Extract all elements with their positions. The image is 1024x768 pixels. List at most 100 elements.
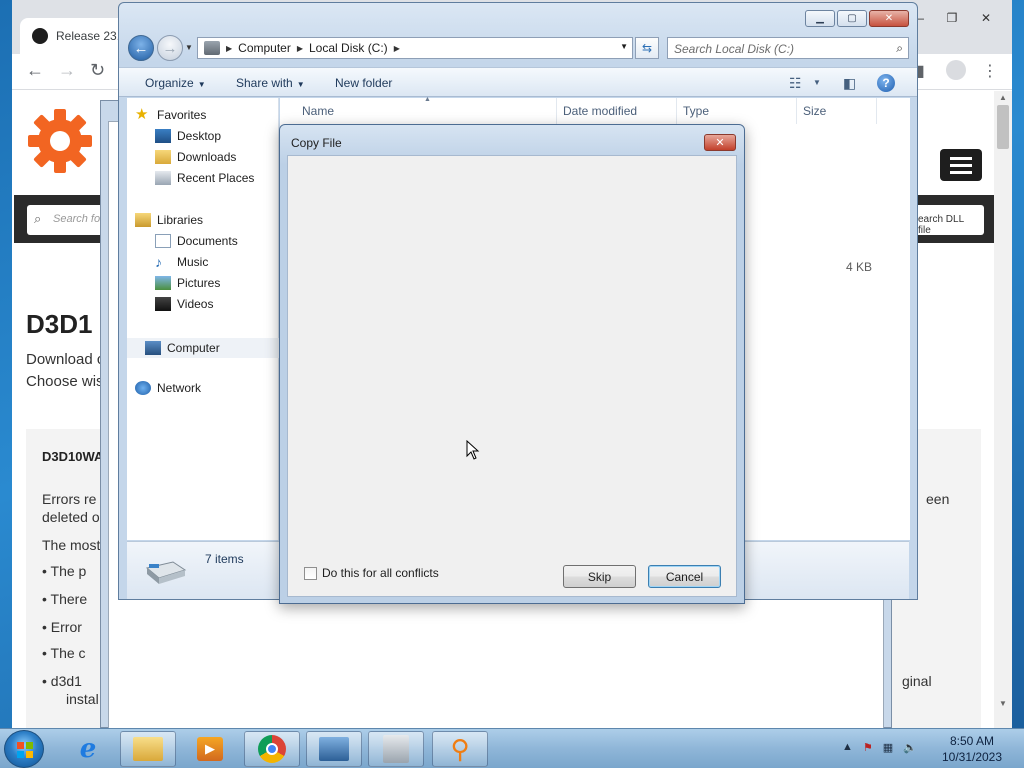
- command-bar: Organize ▼ Share with ▼ New folder ☷ ▼ ◧ ?: [119, 67, 917, 97]
- reload-icon[interactable]: ↻: [90, 60, 105, 81]
- forward-arrow-icon[interactable]: →: [58, 60, 76, 81]
- content-box-title: D3D10WA: [42, 449, 104, 464]
- site-search-button[interactable]: earch DLL file: [912, 205, 984, 236]
- hamburger-menu-button[interactable]: [940, 149, 982, 181]
- nav-item-recent-places[interactable]: Recent Places: [155, 171, 254, 185]
- file-size: 4 KB: [846, 260, 873, 274]
- apply-to-all-checkbox[interactable]: Do this for all conflicts: [304, 566, 439, 580]
- column-header-size[interactable]: Size: [803, 104, 826, 118]
- checkbox-box[interactable]: [304, 566, 317, 580]
- preview-pane-icon[interactable]: ◧: [843, 75, 856, 92]
- page-scrollbar[interactable]: ▲ ▼: [994, 91, 1012, 728]
- search-icon: ⌕: [896, 41, 903, 55]
- address-dropdown-icon[interactable]: ▼: [620, 42, 628, 51]
- nav-computer[interactable]: Computer: [127, 338, 279, 358]
- content-text-fragment: een: [926, 491, 950, 507]
- documents-stack-icon: [383, 735, 409, 763]
- nav-item-documents[interactable]: Documents: [155, 234, 238, 248]
- network-status-icon[interactable]: ▦: [883, 741, 893, 754]
- close-icon[interactable]: ✕: [869, 10, 909, 27]
- volume-muted-icon[interactable]: 🔈: [903, 741, 917, 754]
- page-subtitle-line: Download c: [26, 351, 105, 368]
- taskbar-control-panel[interactable]: [306, 731, 362, 767]
- profile-avatar-icon[interactable]: [946, 60, 966, 80]
- breadcrumb-separator-icon[interactable]: ▶: [297, 44, 303, 53]
- column-divider: [796, 98, 797, 124]
- minimize-icon[interactable]: ▁: [805, 10, 835, 27]
- page-title: D3D1: [26, 309, 93, 339]
- taskbar-chrome[interactable]: [244, 731, 300, 767]
- nav-item-pictures[interactable]: Pictures: [155, 276, 220, 290]
- nav-item-desktop[interactable]: Desktop: [155, 129, 221, 143]
- clock-time: 8:50 AM: [949, 734, 995, 748]
- nav-libraries[interactable]: Libraries: [135, 213, 203, 227]
- taskbar-search-tool[interactable]: ⚲: [432, 731, 488, 767]
- scroll-down-icon[interactable]: ▼: [999, 699, 1007, 708]
- bullet-item: • d3d1: [42, 673, 82, 689]
- nav-favorites[interactable]: ★ Favorites: [135, 107, 206, 122]
- close-icon[interactable]: ✕: [704, 134, 736, 151]
- control-panel-icon: [319, 737, 349, 761]
- taskbar-windows-explorer[interactable]: [120, 731, 176, 767]
- action-center-icon[interactable]: ⚑: [863, 741, 873, 754]
- taskbar-internet-explorer[interactable]: e: [60, 731, 116, 767]
- nav-item-music[interactable]: ♪ Music: [155, 255, 208, 269]
- maximize-icon[interactable]: ▢: [837, 10, 867, 27]
- share-with-button[interactable]: Share with ▼: [236, 76, 305, 90]
- scroll-up-icon[interactable]: ▲: [999, 93, 1007, 102]
- system-tray: ▲ ⚑ ▦ 🔈: [842, 741, 917, 754]
- clock[interactable]: 8:50 AM 10/31/2023: [932, 733, 1012, 765]
- breadcrumb-separator-icon[interactable]: ▶: [226, 44, 232, 53]
- restore-icon[interactable]: ❐: [936, 8, 968, 28]
- network-icon: [135, 381, 151, 395]
- taskbar-file-copy[interactable]: [368, 731, 424, 767]
- music-icon: ♪: [155, 254, 162, 270]
- computer-icon: [204, 41, 220, 55]
- nav-network[interactable]: Network: [135, 381, 201, 395]
- back-button[interactable]: ←: [128, 35, 154, 61]
- new-folder-button[interactable]: New folder: [335, 76, 392, 90]
- desktop-icon: [155, 129, 171, 143]
- show-hidden-icons-icon[interactable]: ▲: [842, 741, 853, 754]
- breadcrumb-local-disk[interactable]: Local Disk (C:): [309, 41, 388, 55]
- column-header-name[interactable]: Name: [302, 104, 334, 118]
- forward-button[interactable]: →: [157, 35, 183, 61]
- help-icon[interactable]: ?: [877, 74, 895, 92]
- mouse-pointer-icon: [466, 440, 480, 460]
- bullet-item: • Error: [42, 619, 82, 635]
- explorer-search-placeholder: Search Local Disk (C:): [674, 42, 795, 56]
- chrome-icon: [258, 735, 286, 763]
- recent-pages-dropdown-icon[interactable]: ▼: [185, 43, 193, 52]
- change-view-icon[interactable]: ☷: [789, 75, 802, 92]
- bullet-item: • The p: [42, 563, 87, 579]
- nav-item-videos[interactable]: Videos: [155, 297, 213, 311]
- breadcrumb-separator-icon[interactable]: ▶: [394, 44, 400, 53]
- checkbox-label: Do this for all conflicts: [322, 566, 439, 580]
- breadcrumb-computer[interactable]: Computer: [238, 41, 291, 55]
- computer-icon: [145, 341, 161, 355]
- back-arrow-icon[interactable]: ←: [26, 60, 44, 81]
- menu-kebab-icon[interactable]: ⋮: [982, 61, 998, 81]
- close-icon[interactable]: ✕: [970, 8, 1002, 28]
- site-gear-logo-icon[interactable]: [26, 107, 94, 175]
- skip-button[interactable]: Skip: [563, 565, 636, 588]
- column-header-type[interactable]: Type: [683, 104, 709, 118]
- address-bar[interactable]: ▶ Computer ▶ Local Disk (C:) ▶ ▼: [197, 37, 633, 59]
- item-count: 7 items: [205, 552, 244, 566]
- refresh-button[interactable]: ⇆: [635, 37, 659, 59]
- media-player-icon: ▶: [197, 737, 223, 761]
- cancel-button[interactable]: Cancel: [648, 565, 721, 588]
- view-dropdown-icon[interactable]: ▼: [813, 78, 821, 87]
- content-text-fragment: ginal: [902, 673, 932, 689]
- taskbar-media-player[interactable]: ▶: [182, 731, 238, 767]
- bullet-item: • The c: [42, 645, 86, 661]
- scrollbar-thumb[interactable]: [997, 105, 1009, 149]
- explorer-search-input[interactable]: Search Local Disk (C:) ⌕: [667, 37, 909, 59]
- column-header-date-modified[interactable]: Date modified: [563, 104, 637, 118]
- search-icon: ⌕: [34, 211, 42, 226]
- start-button[interactable]: [4, 730, 44, 768]
- dialog-body: Do this for all conflicts Skip Cancel: [287, 155, 737, 597]
- nav-item-downloads[interactable]: Downloads: [155, 150, 236, 164]
- clock-date: 10/31/2023: [941, 750, 1003, 764]
- organize-button[interactable]: Organize ▼: [145, 76, 206, 90]
